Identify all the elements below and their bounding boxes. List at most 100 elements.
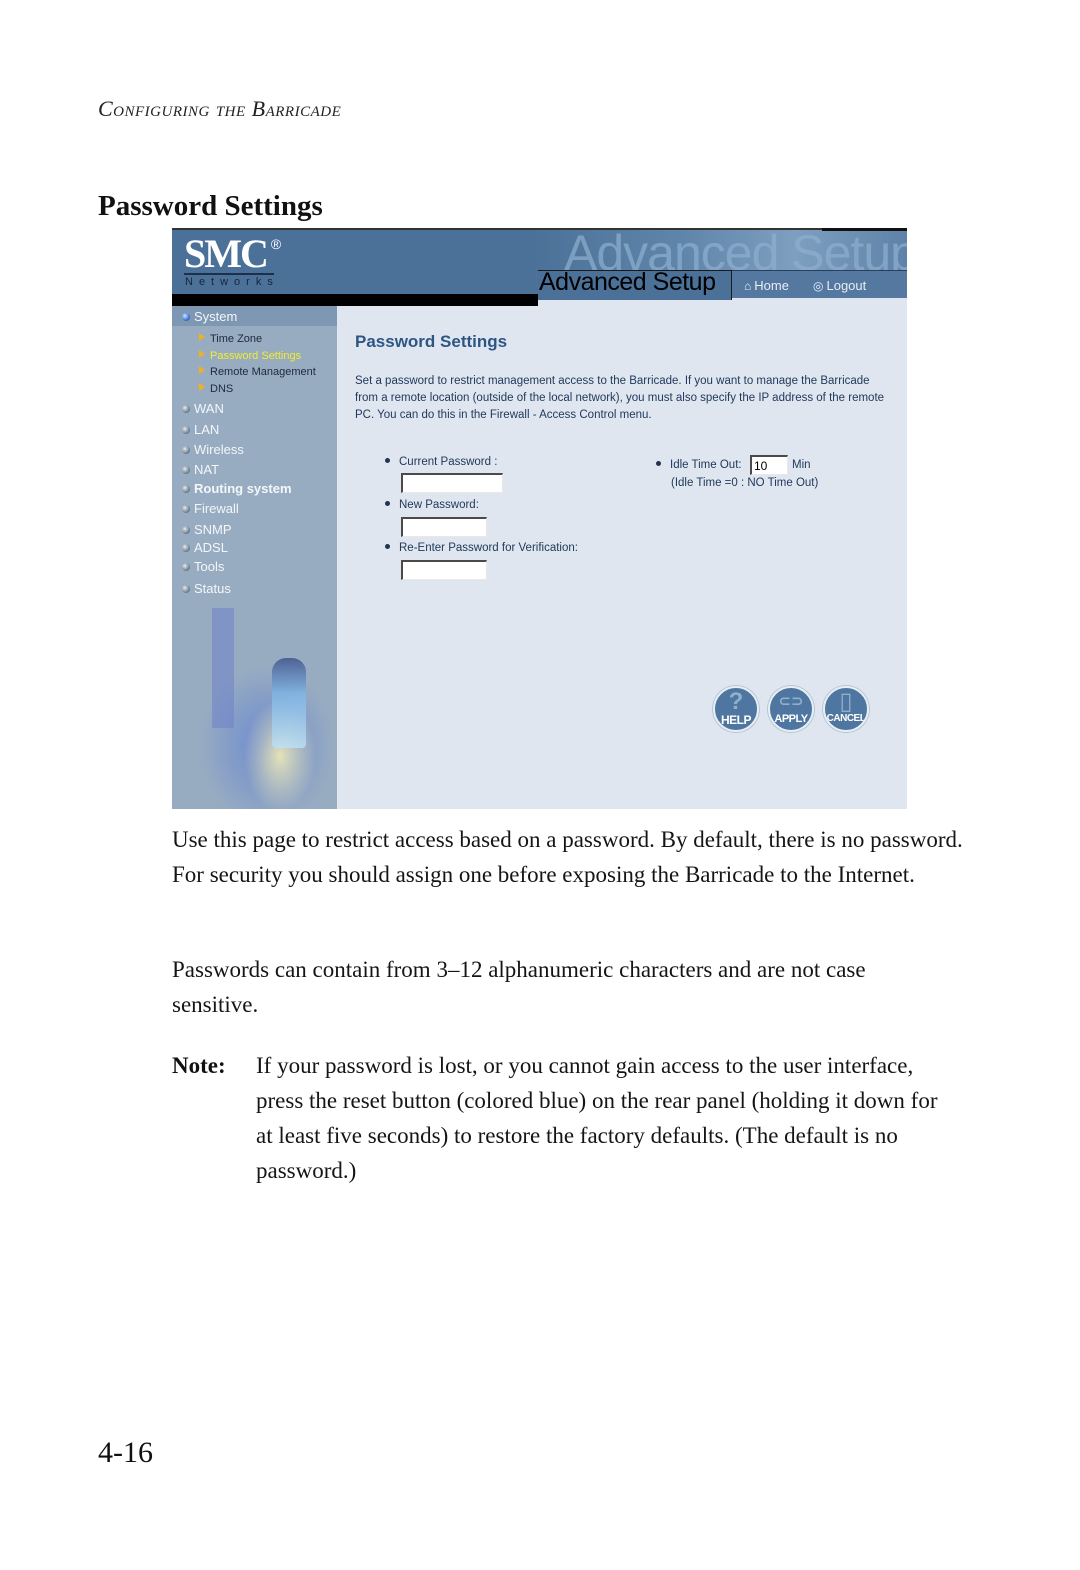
sidebar-subitem-password-settings[interactable]: Password Settings (199, 349, 301, 363)
content-description: Set a password to restrict management ac… (355, 375, 885, 421)
arrow-icon (199, 350, 205, 358)
idle-timeout-unit: Min (792, 459, 811, 471)
body-paragraph: Passwords can contain from 3–12 alphanum… (172, 957, 866, 1017)
sidebar-item-adsl[interactable]: ADSL (182, 540, 228, 556)
body-paragraph: Use this page to restrict access based o… (172, 827, 963, 887)
sidebar-subitem-remote-management[interactable]: Remote Management (199, 365, 316, 379)
sidebar-item-label: SNMP (194, 522, 232, 537)
sidebar-subitem-time-zone[interactable]: Time Zone (199, 332, 262, 346)
idle-timeout-hint: (Idle Time =0 : NO Time Out) (671, 477, 819, 489)
section-title: Password Settings (98, 190, 323, 222)
photo-person (272, 658, 306, 748)
sidebar-subitem-dns[interactable]: DNS (199, 382, 233, 396)
bullet-icon (182, 563, 190, 571)
sidebar (172, 306, 337, 809)
screenshot-top-border-right (822, 228, 907, 231)
sidebar-item-label: Wireless (194, 442, 244, 457)
sidebar-item-label: Firewall (194, 501, 239, 516)
idle-timeout-label: Idle Time Out: (656, 459, 742, 471)
subitem-label: Time Zone (210, 333, 263, 345)
idle-timeout-input[interactable] (750, 455, 788, 475)
sidebar-item-routing-system[interactable]: Routing system (182, 481, 292, 497)
cancel-button[interactable]: ▯ CANCEL (823, 686, 869, 732)
sidebar-item-label: Status (194, 581, 231, 596)
new-password-input[interactable] (401, 517, 487, 537)
sidebar-photo (172, 636, 337, 809)
page-number: 4-16 (98, 1436, 153, 1469)
mouse-icon: ⊂⊃ (778, 693, 804, 710)
sidebar-item-label: LAN (194, 422, 220, 437)
bullet-dot (656, 461, 661, 466)
router-admin-screenshot: Advanced Setup SMC ® Networks Advanced Se… (172, 228, 907, 809)
subitem-label: Remote Management (210, 366, 316, 378)
sidebar-item-tools[interactable]: Tools (182, 559, 224, 575)
subitem-label: DNS (210, 383, 234, 395)
reenter-password-label: Re-Enter Password for Verification: (385, 542, 578, 554)
bullet-icon (182, 505, 190, 513)
bullet-icon (182, 585, 190, 593)
sidebar-item-snmp[interactable]: SNMP (182, 522, 232, 538)
arrow-icon (199, 383, 205, 391)
bullet-icon (182, 485, 190, 493)
arrow-icon (199, 333, 205, 341)
sidebar-item-label: WAN (194, 401, 224, 416)
arrow-icon (199, 366, 205, 374)
logo-brand: SMC (184, 231, 269, 276)
photo-door (212, 608, 234, 728)
label-text: Current Password : (399, 456, 498, 468)
sidebar-item-label: Tools (194, 559, 225, 574)
label-text: Re-Enter Password for Verification: (399, 542, 578, 554)
main-content: Password Settings Set a password to rest… (337, 306, 907, 809)
apply-button-label: APPLY (774, 713, 808, 725)
help-button[interactable]: ? HELP (713, 686, 759, 732)
home-link-label: Home (754, 278, 789, 293)
current-password-label: Current Password : (385, 456, 497, 468)
registered-mark: ® (270, 236, 282, 252)
apply-button[interactable]: ⊂⊃ APPLY (768, 686, 814, 732)
bullet-icon (182, 544, 190, 552)
cancel-button-label: CANCEL (826, 713, 866, 724)
bullet-icon (182, 405, 190, 413)
sidebar-item-status[interactable]: Status (182, 581, 231, 597)
bullet-icon (182, 446, 190, 454)
help-button-label: HELP (720, 713, 752, 727)
sidebar-item-label: System (194, 309, 238, 324)
bullet-icon (182, 466, 190, 474)
reenter-password-input[interactable] (401, 560, 487, 580)
note-text: If your password is lost, or you cannot … (256, 1053, 938, 1183)
logo-rule (184, 273, 274, 275)
logo-subtitle: Networks (185, 276, 279, 288)
bullet-icon (182, 526, 190, 534)
logout-icon: ◎ (813, 279, 824, 293)
bullet-icon (182, 313, 190, 321)
subitem-label: Password Settings (210, 350, 302, 362)
banner-title: Advanced Setup (539, 268, 716, 296)
question-icon: ? (728, 688, 744, 715)
home-icon: ⌂ (744, 279, 752, 293)
smc-logo: SMC ® (184, 234, 281, 274)
sidebar-item-firewall[interactable]: Firewall (182, 501, 239, 517)
sidebar-item-label: Routing system (194, 481, 292, 496)
bullet-dot (385, 501, 390, 506)
header-black-bar (172, 294, 538, 306)
sidebar-item-wireless[interactable]: Wireless (182, 442, 244, 458)
logout-link[interactable]: ◎ Logout (813, 278, 866, 293)
new-password-label: New Password: (385, 499, 479, 511)
logout-link-label: Logout (826, 278, 867, 293)
label-text: New Password: (399, 499, 479, 511)
label-text: Idle Time Out: (670, 459, 742, 471)
current-password-input[interactable] (401, 473, 503, 493)
content-title: Password Settings (355, 332, 508, 351)
trash-icon: ▯ (839, 688, 853, 715)
bullet-dot (385, 544, 390, 549)
note-label: Note: (172, 1053, 226, 1078)
sidebar-item-wan[interactable]: WAN (182, 401, 224, 417)
bullet-dot (385, 458, 390, 463)
sidebar-item-lan[interactable]: LAN (182, 422, 219, 438)
sidebar-item-system[interactable]: System (182, 309, 237, 325)
home-link[interactable]: ⌂ Home (744, 278, 789, 293)
sidebar-item-label: ADSL (194, 540, 228, 555)
sidebar-item-nat[interactable]: NAT (182, 462, 219, 478)
bullet-icon (182, 426, 190, 434)
sidebar-item-label: NAT (194, 462, 220, 477)
